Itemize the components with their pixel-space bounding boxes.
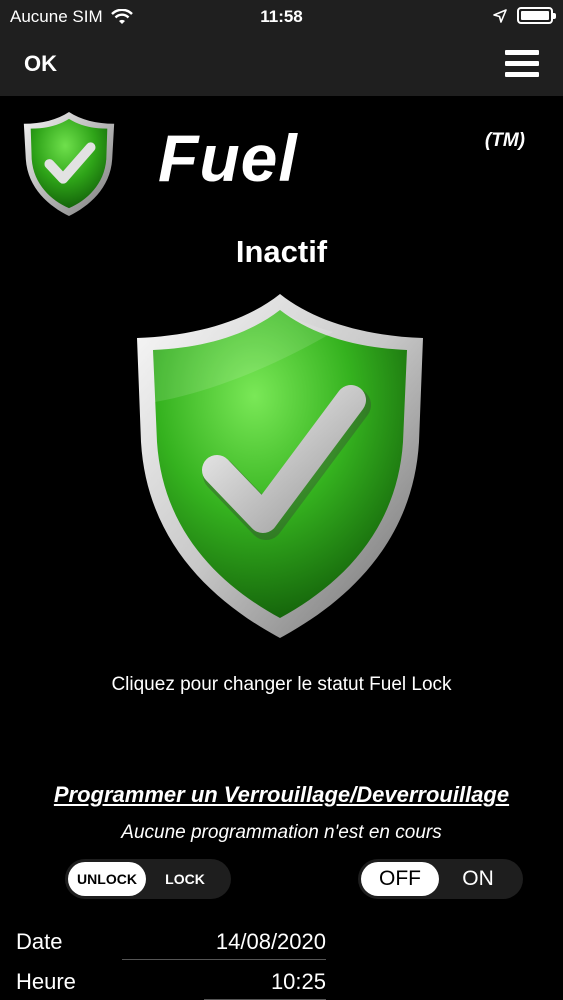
battery-icon <box>517 7 556 24</box>
hamburger-menu-icon[interactable] <box>505 50 539 78</box>
time-label: Heure <box>16 969 76 994</box>
status-right <box>493 7 556 24</box>
lock-status-label: Inactif <box>235 234 328 269</box>
schedule-toggle-segmented-control: OFF ON <box>358 859 523 899</box>
status-bar: Aucune SIM 11:58 <box>0 0 563 34</box>
schedule-title-link[interactable]: Programmer un Verrouillage/Deverrouillag… <box>0 782 563 808</box>
date-field[interactable]: 14/08/2020 <box>122 929 326 960</box>
app-title: Fuel <box>158 121 298 195</box>
status-hint: Cliquez pour changer le statut Fuel Lock <box>111 674 452 695</box>
lock-mode-segmented-control: UNLOCK LOCK <box>65 859 231 899</box>
date-label: Date <box>16 929 63 954</box>
schedule-status-text: Aucune programmation n'est en cours <box>121 822 442 843</box>
unlock-option[interactable]: UNLOCK <box>68 862 146 896</box>
ok-button[interactable]: OK <box>24 51 57 77</box>
on-option[interactable]: ON <box>439 862 517 896</box>
location-arrow-icon <box>493 8 507 23</box>
time-field[interactable]: 10:25 <box>204 969 326 1000</box>
lock-option[interactable]: LOCK <box>146 862 224 896</box>
nav-bar: OK <box>0 34 563 96</box>
shield-check-icon <box>23 111 115 217</box>
clock: 11:58 <box>260 7 303 26</box>
lock-toggle-shield-button[interactable] <box>133 292 427 640</box>
off-option[interactable]: OFF <box>361 862 439 896</box>
trademark-label: (TM) <box>484 130 525 151</box>
